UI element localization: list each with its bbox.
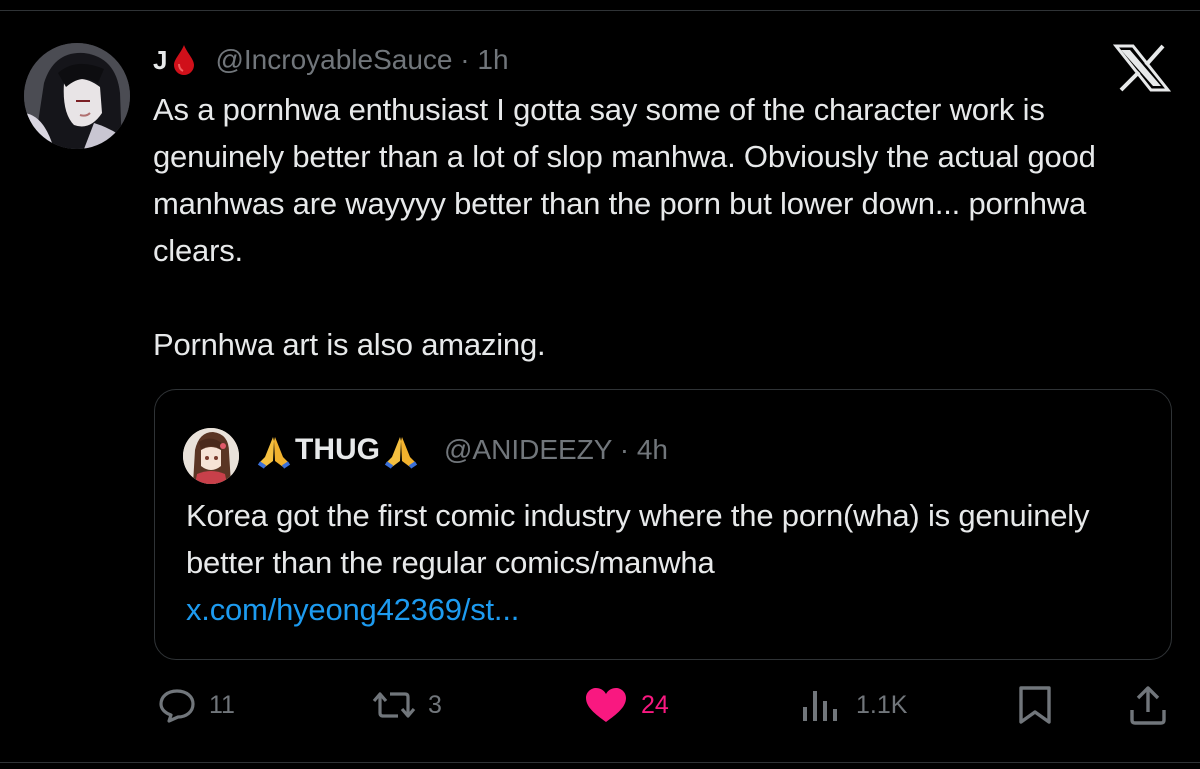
views-button[interactable]: 1.1K (800, 680, 907, 730)
repost-button[interactable]: 3 (368, 680, 442, 730)
tweet-header: J @IncroyableSauce · 1h (153, 38, 509, 82)
tweet-text: As a pornhwa enthusiast I gotta say some… (153, 92, 1096, 362)
views-icon (803, 691, 837, 721)
author-handle[interactable]: @IncroyableSauce (215, 44, 452, 75)
author-display-name[interactable]: J (153, 45, 167, 76)
heart-icon (586, 688, 626, 722)
share-button[interactable] (1126, 680, 1170, 730)
x-logo-icon (1112, 44, 1172, 92)
bottom-divider (0, 762, 1200, 763)
quoted-author-handle-line: @ANIDEEZY · 4h (444, 434, 668, 465)
quoted-tweet-text: Korea got the first comic industry where… (186, 498, 1090, 580)
top-divider (0, 10, 1200, 11)
author-handle-line: @IncroyableSauce · 1h (215, 44, 509, 75)
bookmark-button[interactable] (1015, 680, 1055, 730)
like-button[interactable]: 24 (583, 680, 669, 730)
tweet-action-bar: 11 3 24 1.1K (0, 680, 1200, 730)
quoted-tweet-card[interactable]: THUG @ANIDEEZY · 4h Korea got the first … (154, 389, 1172, 660)
folded-hands-icon (255, 431, 293, 469)
quoted-tweet-header: THUG @ANIDEEZY · 4h (255, 430, 668, 470)
share-icon (1130, 686, 1166, 725)
quoted-author-display-name[interactable]: THUG (295, 433, 380, 467)
author-avatar[interactable] (24, 43, 130, 149)
folded-hands-icon (382, 431, 420, 469)
quoted-tweet-timestamp[interactable]: 4h (637, 434, 668, 465)
repost-icon (372, 692, 416, 718)
like-count: 24 (641, 690, 669, 719)
reply-count: 11 (209, 690, 235, 719)
views-count: 1.1K (856, 690, 908, 719)
repost-count: 3 (428, 690, 442, 719)
quoted-author-handle[interactable]: @ANIDEEZY (444, 434, 612, 465)
quoted-author-avatar[interactable] (183, 428, 239, 484)
avatar-illustration (24, 43, 130, 149)
blood-drop-icon (173, 44, 195, 76)
reply-button[interactable]: 11 (157, 680, 235, 730)
quoted-avatar-illustration (183, 428, 239, 484)
bookmark-icon (1019, 686, 1051, 724)
reply-icon (159, 689, 195, 723)
tweet-timestamp[interactable]: 1h (477, 44, 508, 75)
quoted-tweet-link[interactable]: x.com/hyeong42369/st... (186, 586, 519, 633)
